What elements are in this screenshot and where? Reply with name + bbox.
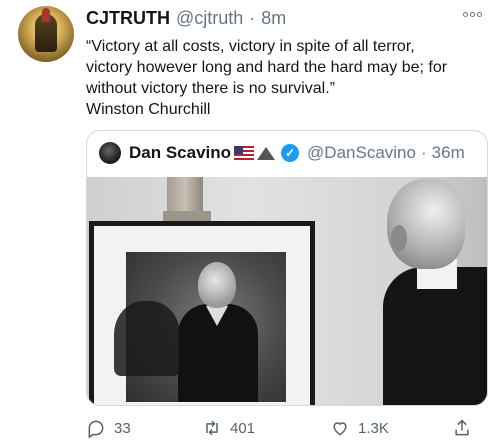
mountain-icon: [257, 146, 276, 160]
separator-dot: ·: [249, 8, 256, 28]
share-icon: [455, 419, 469, 436]
like-count: 1.3K: [358, 419, 389, 437]
quoted-author-name[interactable]: Dan Scavino: [129, 143, 231, 163]
quoted-author-avatar[interactable]: [99, 142, 121, 164]
helmet-crest: [42, 8, 50, 22]
quoted-tweet-photo[interactable]: [87, 177, 487, 405]
retweet-button[interactable]: 401: [202, 418, 255, 438]
author-name[interactable]: CJTRUTH: [86, 8, 170, 29]
man-ear: [391, 225, 407, 251]
verified-badge-icon: ✓: [281, 144, 300, 162]
reply-icon: [88, 420, 104, 438]
author-handle[interactable]: @cjtruth: [176, 8, 243, 29]
portrait-figure-head: [198, 262, 236, 308]
author-avatar[interactable]: [18, 6, 74, 62]
portrait-frame: [89, 221, 315, 405]
quoted-tweet-header: Dan Scavino ✓ @DanScavino · 36m: [99, 141, 465, 165]
tweet-actions-bar: 33 401 1.3K: [86, 418, 486, 440]
quoted-tweet-timestamp[interactable]: 36m: [432, 143, 465, 163]
like-button[interactable]: 1.3K: [330, 418, 389, 438]
glass-reflection: [114, 301, 180, 376]
us-flag-icon: [234, 146, 255, 160]
tweet-timestamp[interactable]: 8m: [261, 8, 286, 29]
reply-count: 33: [114, 419, 131, 437]
retweet-icon: [206, 420, 218, 436]
quoted-separator-dot: ·: [420, 143, 427, 162]
reply-button[interactable]: 33: [86, 418, 131, 438]
man-head: [387, 179, 465, 269]
heart-icon: [333, 422, 347, 436]
share-button[interactable]: [452, 418, 480, 438]
easel-bar: [163, 211, 211, 221]
more-options-icon[interactable]: [463, 12, 482, 17]
retweet-count: 401: [230, 419, 256, 437]
quoted-tweet-card[interactable]: Dan Scavino ✓ @DanScavino · 36m: [86, 130, 488, 406]
tweet-text: “Victory at all costs, victory in spite …: [86, 38, 448, 118]
quoted-author-handle[interactable]: @DanScavino: [307, 143, 416, 163]
tweet-header: CJTRUTH @cjtruth · 8m: [86, 8, 286, 30]
